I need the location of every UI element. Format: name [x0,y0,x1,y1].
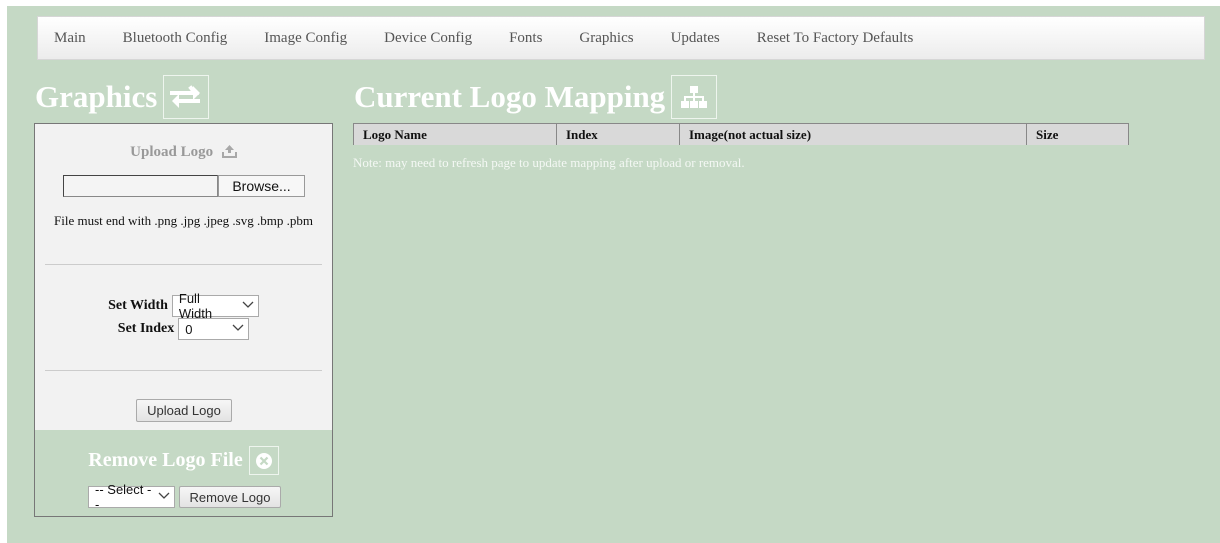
remove-logo-select-value: -- Select -- [95,482,152,512]
remove-logo-heading: Remove Logo File [35,446,332,475]
logo-mapping-table: Logo Name Index Image(not actual size) S… [353,123,1129,145]
mapping-title: Current Logo Mapping [354,79,666,114]
remove-logo-section: Remove Logo File -- Select -- Remove Log… [35,430,332,516]
set-width-select[interactable]: Full Width [171,291,259,321]
file-type-hint: File must end with .png .jpg .jpeg .svg … [54,213,313,228]
column-header-size[interactable]: Size [1027,124,1128,145]
nav-fonts[interactable]: Fonts [509,30,542,47]
upload-logo-button[interactable]: Upload Logo [136,399,232,422]
nav-device-config[interactable]: Device Config [384,30,472,47]
file-picker: Browse... [63,175,305,197]
file-name-field[interactable] [63,175,218,197]
chevron-down-icon [242,300,254,312]
set-index-select[interactable]: 0 [178,318,250,340]
nav-graphics[interactable]: Graphics [579,30,633,47]
upload-panel: Upload Logo Browse... File must end with… [34,123,333,517]
chevron-down-icon [232,323,244,335]
remove-logo-controls: -- Select -- Remove Logo [88,482,281,512]
chevron-down-icon [158,491,170,503]
set-width-label: Set Width [108,298,168,313]
set-index-value: 0 [185,321,193,337]
swap-arrows-icon[interactable] [163,75,210,119]
divider [45,370,322,371]
column-header-logo-name[interactable]: Logo Name [354,124,557,145]
graphics-heading: Graphics [35,75,210,119]
sitemap-icon[interactable] [671,75,718,119]
close-circle-icon[interactable] [248,446,279,475]
nav-image-config[interactable]: Image Config [264,30,347,47]
browse-button[interactable]: Browse... [218,175,305,197]
mapping-note: Note: may need to refresh page to update… [353,155,745,170]
set-index-row: Set Index 0 [35,318,332,340]
divider [45,264,322,265]
upload-logo-heading: Upload Logo [35,144,332,163]
nav-reset-factory-defaults[interactable]: Reset To Factory Defaults [757,30,914,47]
set-width-value: Full Width [178,291,213,321]
remove-logo-title: Remove Logo File [88,449,243,471]
set-index-label: Set Index [117,321,175,336]
column-header-index[interactable]: Index [557,124,680,145]
set-width-row: Set Width Full Width [35,291,332,321]
upload-icon [221,144,237,163]
top-nav: Main Bluetooth Config Image Config Devic… [37,16,1205,60]
upload-logo-title: Upload Logo [130,144,214,160]
mapping-heading: Current Logo Mapping [354,75,718,119]
graphics-title: Graphics [35,79,158,114]
remove-logo-select[interactable]: -- Select -- [88,482,175,512]
nav-updates[interactable]: Updates [671,30,720,47]
nav-bluetooth-config[interactable]: Bluetooth Config [123,30,228,47]
column-header-image[interactable]: Image(not actual size) [680,124,1027,145]
nav-main[interactable]: Main [54,30,86,47]
remove-logo-button[interactable]: Remove Logo [179,486,281,508]
